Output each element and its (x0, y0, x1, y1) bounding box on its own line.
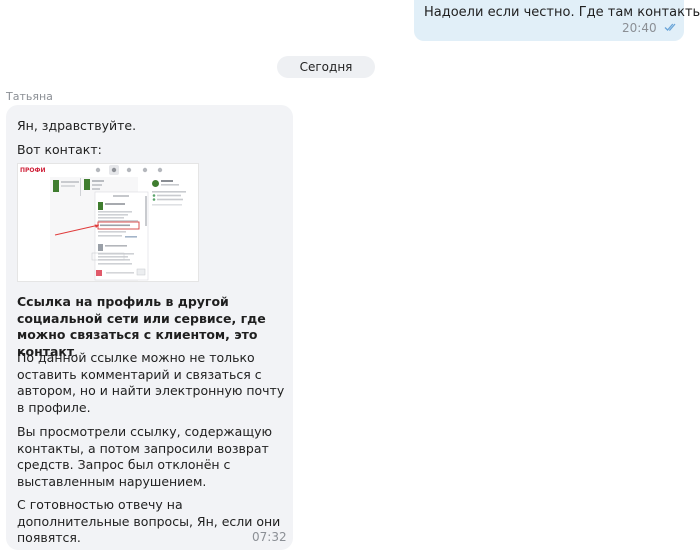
message-greeting: Ян, здравствуйте. (17, 118, 137, 133)
message-paragraph-1: По данной ссылке можно не только оставит… (17, 350, 285, 415)
incoming-message[interactable]: Ян, здравствуйте. Вот контакт: ПРОФИ Ссы… (6, 105, 293, 550)
message-paragraph-3: С готовностью отвечу на дополнительные в… (17, 497, 281, 545)
outgoing-message[interactable]: Надоели если честно. Где там контакты? 2… (414, 0, 700, 41)
incoming-message-time: 07:32 (252, 530, 287, 544)
outgoing-message-text: Надоели если честно. Где там контакты? (424, 5, 700, 20)
message-bold-text: Ссылка на профиль в другой социальной се… (17, 294, 266, 359)
date-divider: Сегодня (277, 56, 375, 78)
double-check-icon (664, 23, 676, 31)
sender-name: Татьяна (6, 90, 53, 103)
screenshot-attachment[interactable]: ПРОФИ (17, 163, 199, 282)
outgoing-message-time: 20:40 (622, 21, 657, 35)
message-paragraph-2: Вы просмотрели ссылку, содержащую контак… (17, 424, 273, 489)
message-intro: Вот контакт: (17, 142, 102, 157)
screenshot-attachment-image (50, 165, 186, 281)
